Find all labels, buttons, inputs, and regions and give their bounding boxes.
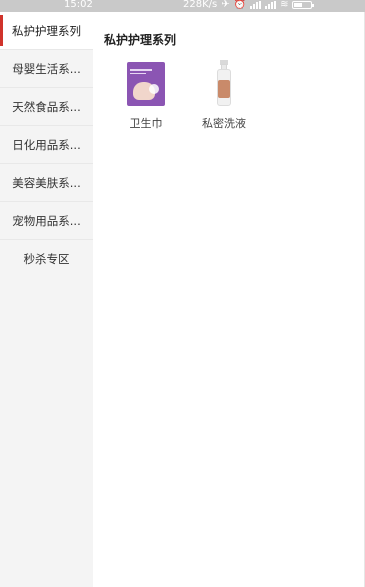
sidebar-item-label: 天然食品系... (12, 99, 81, 114)
intimate-wash-bottle-image (202, 60, 246, 108)
sidebar-item-maternal-baby[interactable]: 母婴生活系... (0, 50, 93, 88)
status-icons: 228K/s ✈ ⏰ ≋ (183, 0, 315, 11)
sidebar-item-flash-sale[interactable]: 秒杀专区 (0, 240, 93, 278)
sidebar-item-label: 母婴生活系... (12, 61, 81, 76)
sidebar-item-label: 宠物用品系... (12, 213, 81, 228)
wifi-icon: ≋ (280, 0, 289, 10)
signal-icon (250, 1, 262, 9)
sidebar-item-label: 秒杀专区 (23, 252, 70, 266)
category-sidebar: 私护护理系列 母婴生活系... 天然食品系... 日化用品系... 美容美肤系.… (0, 12, 93, 587)
battery-icon (292, 1, 315, 9)
sidebar-item-daily-chemicals[interactable]: 日化用品系... (0, 126, 93, 164)
sanitary-pad-box-image (124, 60, 168, 108)
network-speed: 228K/s (183, 0, 218, 10)
category-content: 私护护理系列 卫生巾 私密洗液 (93, 12, 365, 587)
sidebar-item-label: 美容美肤系... (12, 175, 81, 190)
product-name: 私密洗液 (202, 117, 246, 130)
product-sanitary-pad[interactable]: 卫生巾 (111, 60, 181, 131)
sidebar-item-natural-food[interactable]: 天然食品系... (0, 88, 93, 126)
sidebar-item-private-care[interactable]: 私护护理系列 (0, 12, 93, 50)
sidebar-item-beauty-skincare[interactable]: 美容美肤系... (0, 164, 93, 202)
sidebar-item-label: 日化用品系... (12, 137, 81, 152)
product-intimate-wash[interactable]: 私密洗液 (189, 60, 259, 131)
status-bar: 15:02 228K/s ✈ ⏰ ≋ (0, 0, 365, 12)
signal-icon (265, 1, 277, 9)
alarm-icon: ⏰ (233, 0, 247, 10)
section-title: 私护护理系列 (104, 33, 177, 47)
sidebar-item-label: 私护护理系列 (12, 23, 81, 38)
product-name: 卫生巾 (129, 117, 163, 130)
status-time: 15:02 (64, 0, 93, 10)
sidebar-item-pet-supplies[interactable]: 宠物用品系... (0, 202, 93, 240)
sync-icon: ✈ (221, 0, 230, 10)
